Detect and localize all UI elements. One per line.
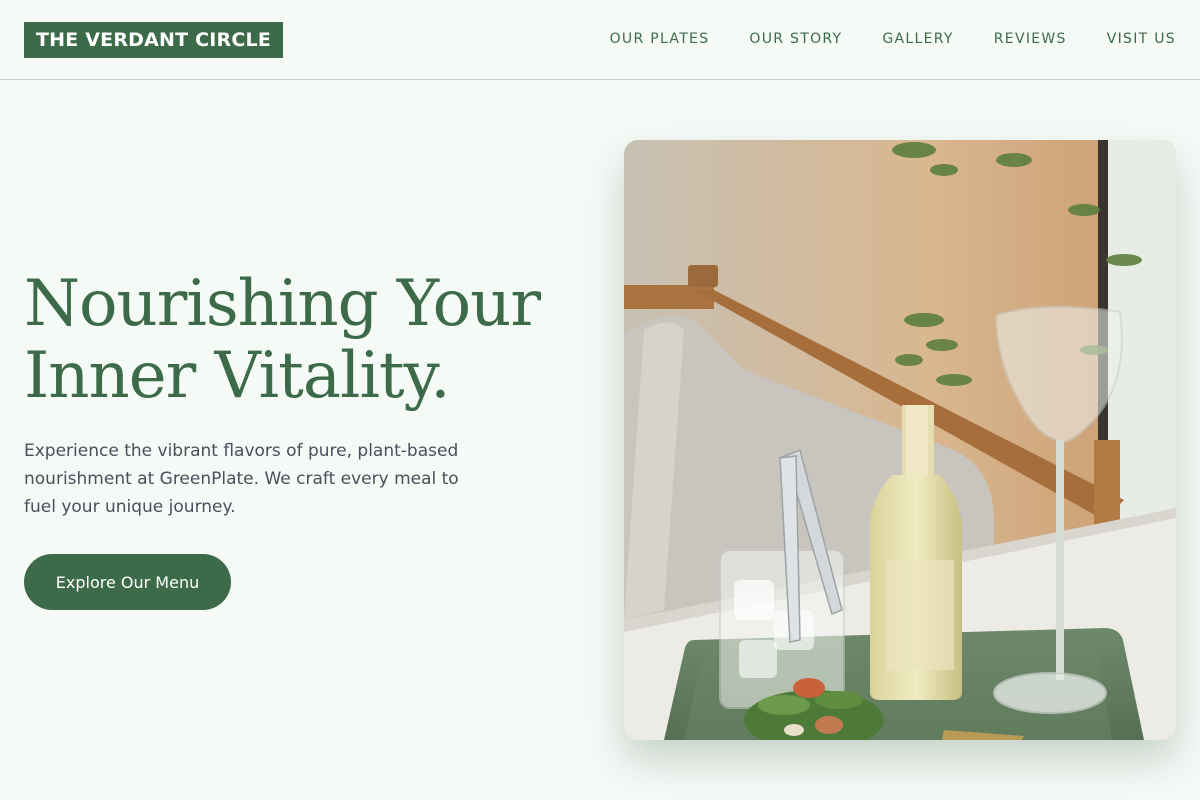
nav-link-gallery[interactable]: GALLERY <box>882 30 953 48</box>
main-nav: OUR PLATES OUR STORY GALLERY REVIEWS VIS… <box>610 30 1176 48</box>
hero-photo-illustration <box>624 140 1176 740</box>
hero-title-line-2: Inner Vitality. <box>24 339 451 413</box>
hero-description: Experience the vibrant flavors of pure, … <box>24 441 459 517</box>
site-logo[interactable]: THE VERDANT CIRCLE <box>24 22 283 58</box>
nav-link-visit-us[interactable]: VISIT US <box>1107 30 1176 48</box>
hero-image <box>624 140 1176 740</box>
hero-title-line-1: Nourishing Your <box>24 267 541 341</box>
nav-link-our-plates[interactable]: OUR PLATES <box>610 30 710 48</box>
explore-menu-button[interactable]: Explore Our Menu <box>24 554 231 610</box>
nav-link-our-story[interactable]: OUR STORY <box>749 30 842 48</box>
nav-link-reviews[interactable]: REVIEWS <box>994 30 1067 48</box>
site-header: THE VERDANT CIRCLE OUR PLATES OUR STORY … <box>0 0 1200 80</box>
hero-title: Nourishing Your Inner Vitality. <box>24 268 584 412</box>
